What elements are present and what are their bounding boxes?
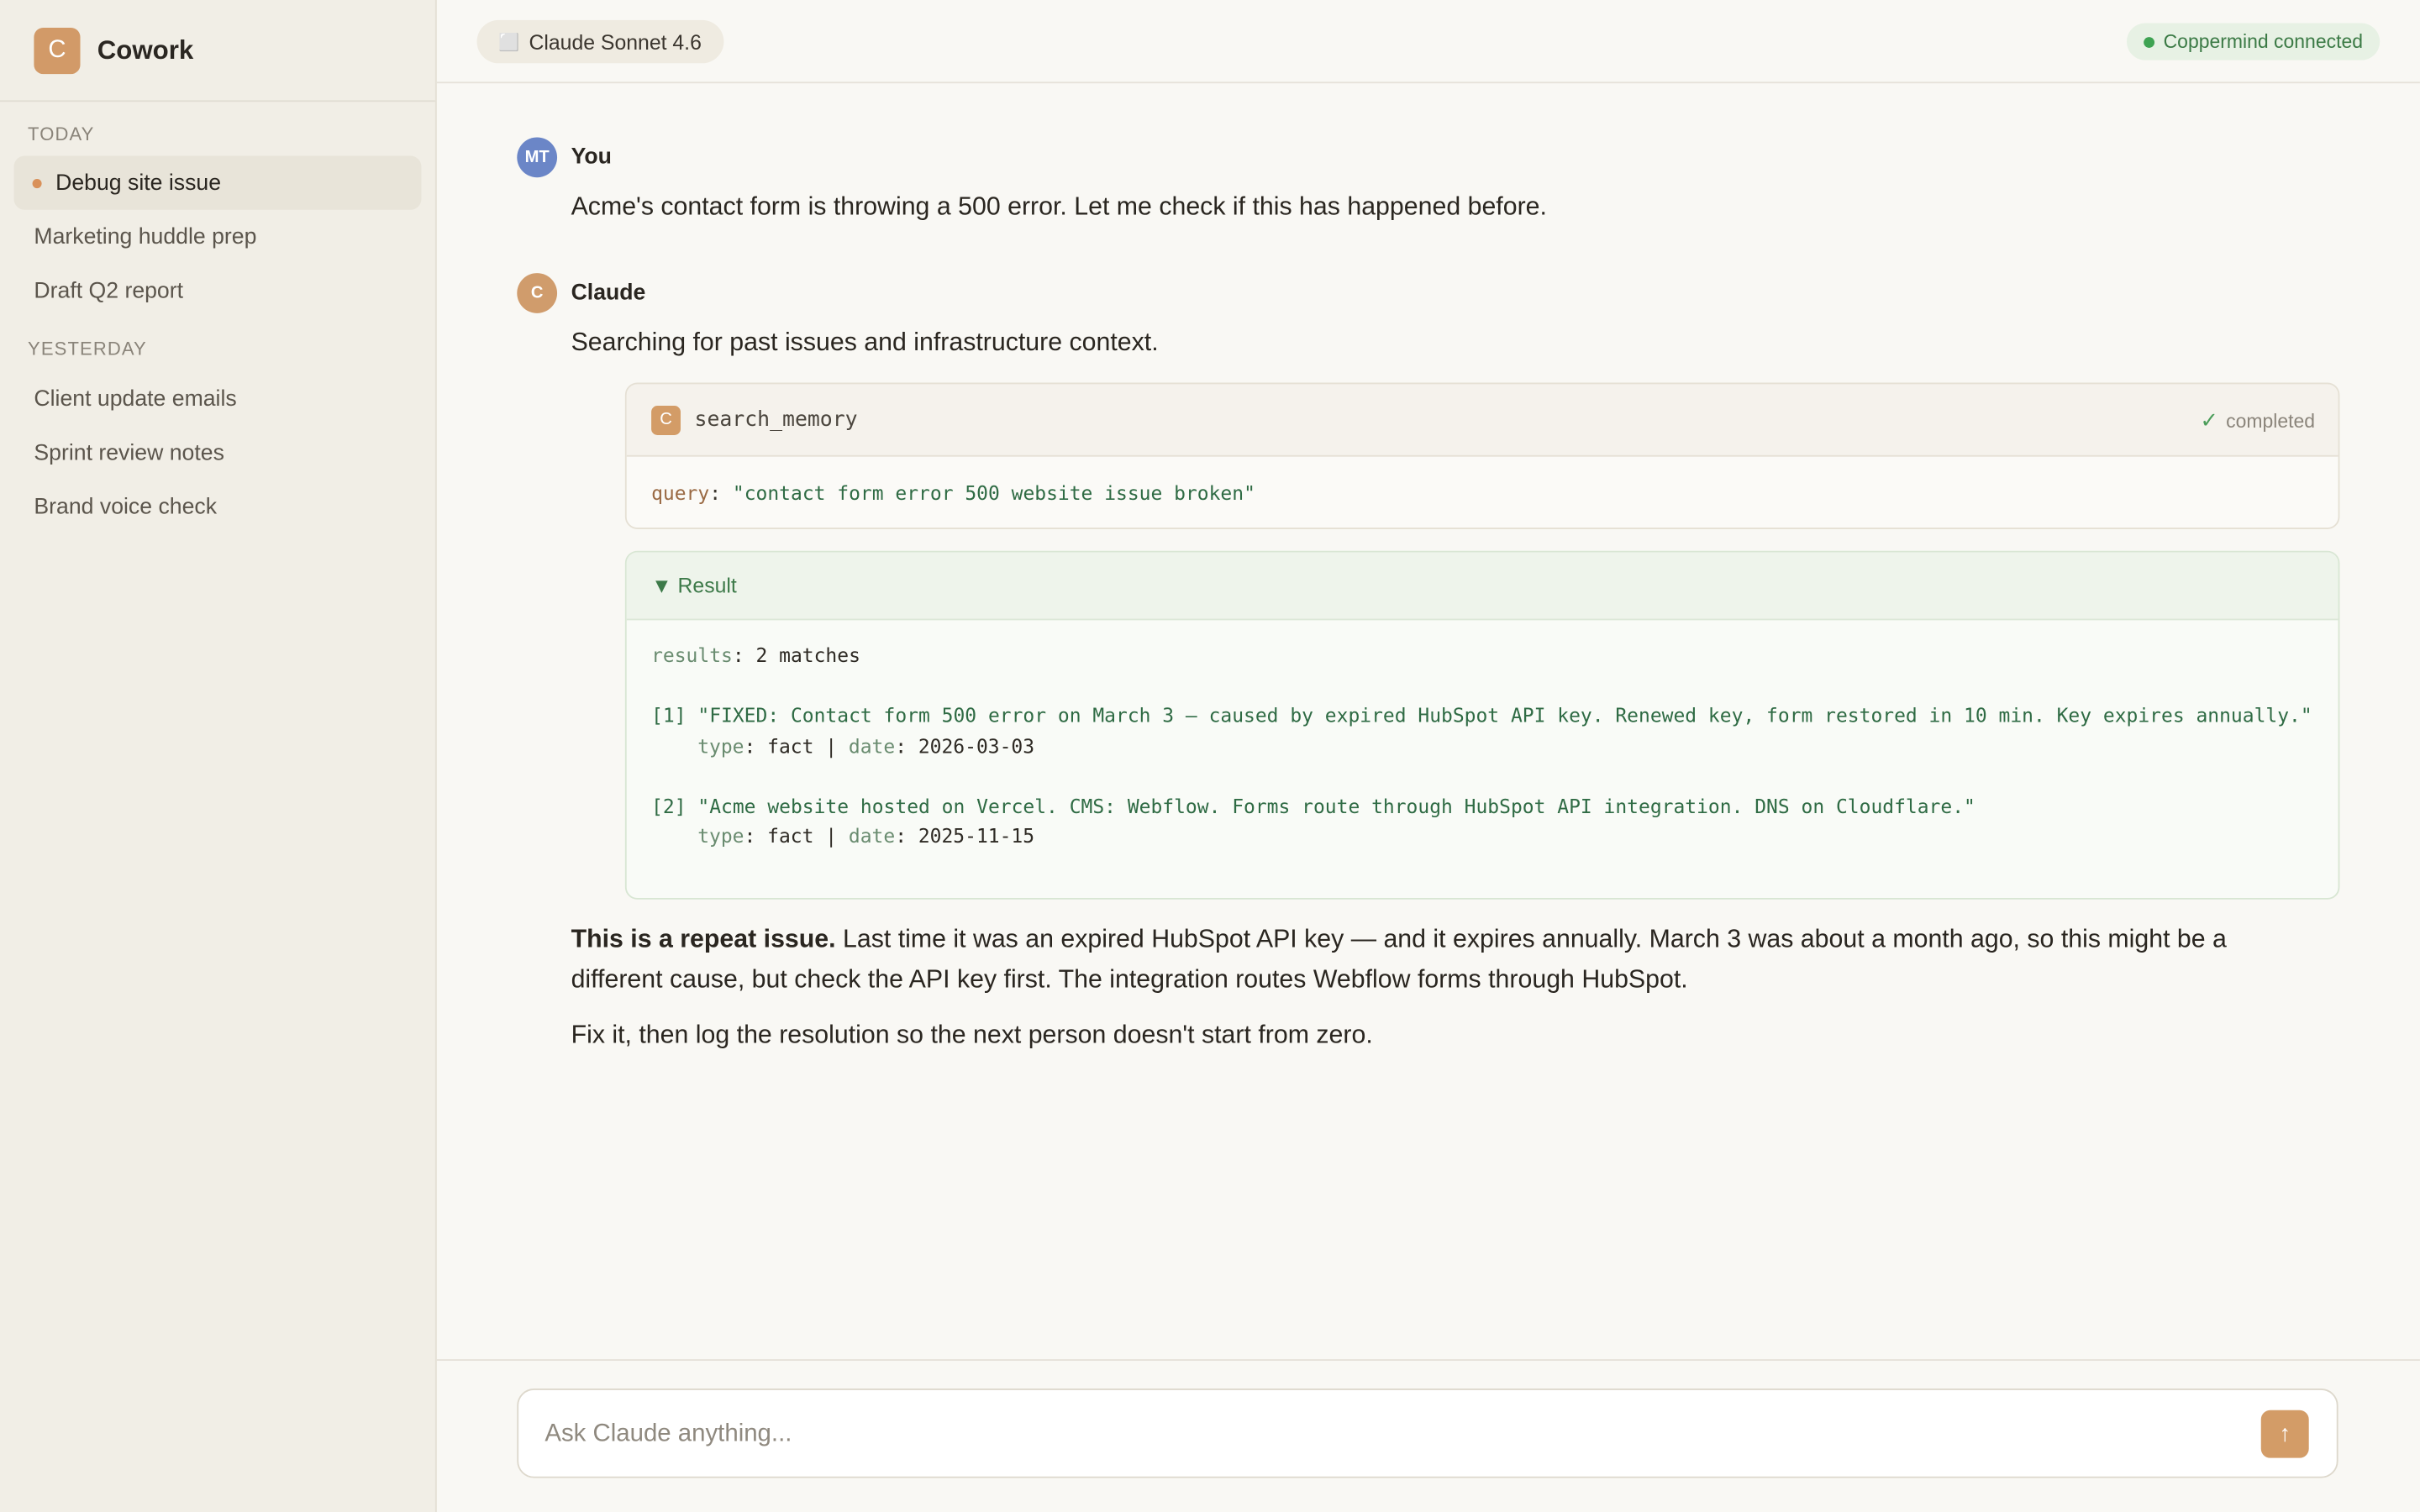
assistant-intro-text: Searching for past issues and infrastruc… bbox=[571, 328, 1159, 357]
arg-value: "contact form error 500 website issue br… bbox=[732, 480, 1255, 504]
result-summary-key: results bbox=[651, 643, 733, 667]
chat-input[interactable] bbox=[544, 1389, 2212, 1480]
sidebar-item-draft-q2-report[interactable]: Draft Q2 report bbox=[14, 264, 422, 318]
assistant-closing-text: Fix it, then log the resolution so the n… bbox=[571, 1021, 1373, 1049]
result-toggle[interactable]: ▼ Result bbox=[626, 552, 2338, 621]
claude-avatar: C bbox=[517, 273, 558, 313]
section-label-yesterday: YESTERDAY bbox=[28, 338, 147, 360]
sidebar-item-brand-voice-check[interactable]: Brand voice check bbox=[14, 480, 422, 533]
result-body: results: 2 matches [1] "FIXED: Contact f… bbox=[627, 620, 2338, 851]
sidebar-item-label: Brand voice check bbox=[34, 494, 218, 520]
tool-arguments: query: "contact form error 500 website i… bbox=[627, 457, 2338, 528]
tool-status: ✓ completed bbox=[2200, 407, 2315, 433]
sidebar: C Cowork TODAY Debug site issue Marketin… bbox=[0, 0, 437, 1512]
meta-key: type bbox=[697, 733, 744, 757]
composer: ↑ bbox=[517, 1389, 2338, 1480]
result-index: [2] bbox=[651, 793, 687, 817]
result-item: [1] "FIXED: Contact form 500 error on Ma… bbox=[651, 701, 2313, 731]
sidebar-item-label: Client update emails bbox=[34, 386, 237, 412]
top-bar: ⬜ Claude Sonnet 4.6 Coppermind connected bbox=[436, 0, 2420, 84]
app-logo: C bbox=[34, 27, 81, 74]
model-name: Claude Sonnet 4.6 bbox=[529, 29, 702, 54]
send-button[interactable]: ↑ bbox=[2260, 1410, 2309, 1458]
assistant-name: Claude bbox=[571, 281, 646, 306]
sidebar-item-label: Debug site issue bbox=[55, 170, 222, 196]
tool-call-card[interactable]: C search_memory ✓ completed query: "conta… bbox=[624, 382, 2340, 529]
user-name: You bbox=[571, 144, 612, 171]
tool-name: search_memory bbox=[694, 407, 858, 433]
app-name: Cowork bbox=[97, 34, 194, 65]
meta-value: : 2025-11-15 bbox=[895, 823, 1035, 848]
result-summary-value: : 2 matches bbox=[732, 643, 860, 667]
sidebar-item-label: Marketing huddle prep bbox=[34, 224, 257, 249]
result-item: [2] "Acme website hosted on Vercel. CMS:… bbox=[651, 790, 2313, 821]
connection-status-badge: Coppermind connected bbox=[2126, 23, 2381, 60]
sidebar-item-sprint-review-notes[interactable]: Sprint review notes bbox=[14, 426, 422, 480]
model-selector[interactable]: ⬜ Claude Sonnet 4.6 bbox=[476, 19, 723, 64]
meta-key: type bbox=[697, 823, 744, 848]
composer-bar: ↑ bbox=[436, 1359, 2420, 1512]
sidebar-item-marketing-huddle-prep[interactable]: Marketing huddle prep bbox=[14, 210, 422, 264]
result-text: "Acme website hosted on Vercel. CMS: Web… bbox=[697, 793, 1975, 817]
meta-value: : fact | bbox=[744, 823, 849, 848]
status-dot-icon bbox=[2143, 36, 2154, 48]
result-index: [1] bbox=[651, 703, 687, 727]
meta-value: : 2026-03-03 bbox=[895, 733, 1035, 757]
sidebar-item-label: Draft Q2 report bbox=[34, 278, 184, 303]
arrow-up-icon: ↑ bbox=[2279, 1420, 2291, 1447]
meta-key: date bbox=[848, 733, 896, 757]
result-summary: results: 2 matches bbox=[651, 640, 2313, 670]
tool-call-header[interactable]: C search_memory ✓ completed bbox=[626, 384, 2338, 457]
result-text: "FIXED: Contact form 500 error on March … bbox=[697, 703, 2312, 727]
assistant-answer-text: This is a repeat issue. Last time it was… bbox=[571, 920, 2300, 1000]
meta-key: date bbox=[848, 823, 896, 848]
model-icon: ⬜ bbox=[498, 33, 520, 52]
chat-main: ⬜ Claude Sonnet 4.6 Coppermind connected… bbox=[436, 0, 2420, 1512]
sidebar-item-debug-site-issue[interactable]: Debug site issue bbox=[13, 155, 422, 210]
tool-icon: C bbox=[651, 405, 681, 435]
sidebar-item-client-update-emails[interactable]: Client update emails bbox=[14, 372, 422, 426]
result-meta: type: fact | date: 2025-11-15 bbox=[651, 821, 2313, 851]
user-avatar: MT bbox=[517, 137, 558, 178]
section-label-today: TODAY bbox=[28, 123, 95, 145]
result-meta: type: fact | date: 2026-03-03 bbox=[651, 731, 2313, 761]
active-dot-icon bbox=[32, 178, 42, 188]
answer-bold-lead: This is a repeat issue. bbox=[571, 926, 836, 954]
arg-separator: : bbox=[709, 480, 733, 504]
check-icon: ✓ bbox=[2200, 406, 2218, 432]
sidebar-item-label: Sprint review notes bbox=[34, 440, 224, 465]
meta-value: : fact | bbox=[744, 733, 849, 757]
arg-key: query bbox=[651, 480, 710, 504]
connection-status-text: Coppermind connected bbox=[2163, 30, 2363, 53]
tool-result-card: ▼ Result results: 2 matches [1] "FIXED: … bbox=[624, 550, 2340, 900]
user-message-text: Acme's contact form is throwing a 500 er… bbox=[571, 192, 1547, 221]
sidebar-header: C Cowork bbox=[0, 0, 435, 102]
tool-status-text: completed bbox=[2226, 409, 2316, 432]
